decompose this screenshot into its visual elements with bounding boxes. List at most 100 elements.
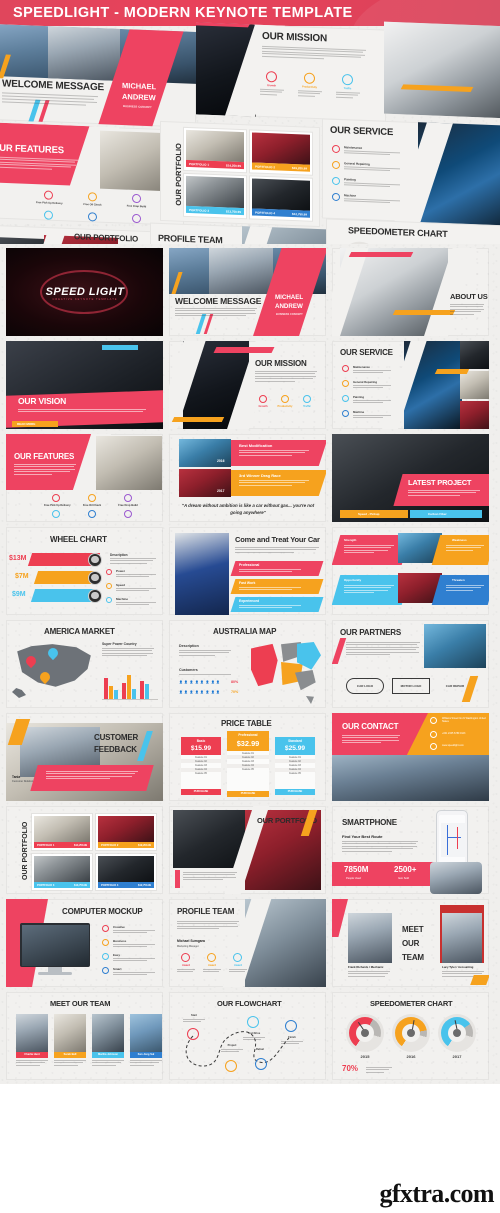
location-icon: [430, 717, 437, 724]
portfolio-price-3: $12,750.99: [138, 883, 151, 887]
photo-city-traffic: [332, 755, 489, 801]
item-text-0: [113, 930, 155, 935]
route-line: [447, 825, 448, 855]
plan-button-2[interactable]: PURCHASE: [275, 788, 315, 795]
portfolio-card-1[interactable]: PORTFOLIO 2 $19,200.99: [96, 814, 156, 850]
price-card-standard[interactable]: Standard $25.99 Feature 01 Feature 02 Fe…: [275, 737, 315, 795]
slide-meet-our-team-2[interactable]: MEET OUR TEAM Charlie Hunt Sarah Bell Ma…: [6, 992, 163, 1080]
page-title: SPEEDLIGHT - MODERN KEYNOTE TEMPLATE: [13, 5, 353, 21]
slide-timeline-quote[interactable]: Best Modification 2016 3rd Winner Drag R…: [169, 434, 326, 522]
slide-our-partners[interactable]: OUR PARTNERS CAR LOGO MOTOR LOGO CAR REP…: [332, 620, 489, 708]
slide-our-features[interactable]: OUR FEATURES Free Pick Up Delivery Free …: [0, 122, 184, 226]
slide-our-mission-2[interactable]: OUR MISSION Growth Productivity Traffic: [169, 341, 326, 429]
photo-partner-cars: [424, 624, 486, 668]
treat-text-2: [239, 605, 301, 610]
feature-label-0: Growth: [258, 405, 268, 408]
price-card-basic[interactable]: Basic $15.99 Feature 01 Feature 02 Featu…: [181, 737, 221, 795]
legend-label-0: Description: [110, 553, 128, 557]
slide-our-features-2[interactable]: OUR FEATURES Free Pick Up Delivery Free …: [6, 434, 163, 522]
photo-hand: [430, 862, 482, 894]
team-card-2[interactable]: Martha Johnson: [92, 1014, 124, 1067]
bulb-icon: [102, 925, 109, 932]
slide-title: OUR VISION: [18, 396, 67, 406]
person-name-line1: MICHAEL: [275, 294, 304, 301]
slide-price-table[interactable]: PRICE TABLE Basic $15.99 Feature 01 Feat…: [169, 713, 326, 801]
award-text-0: [177, 969, 195, 974]
slide-australia-map[interactable]: AUSTRALIA MAP Description Customers 👤👤👤👤…: [169, 620, 326, 708]
portfolio-card-3[interactable]: PORTFOLIO 4 $12,750.99: [250, 176, 312, 221]
slide-america-market[interactable]: AMERICA MARKET Super Power Country: [6, 620, 163, 708]
slide-smartphone[interactable]: SMARTPHONE Find Your Best Route 7850M Pe…: [332, 806, 489, 894]
contact-label-1: +001 2345 6789 0123: [442, 732, 466, 735]
slide-treat-your-car[interactable]: Come and Treat Your Car Professional Fas…: [169, 527, 326, 615]
slide-title: OUR PARTNERS: [340, 628, 402, 637]
accent-pink-corner: [332, 899, 348, 937]
team-card-0[interactable]: Charlie Hunt: [16, 1014, 48, 1067]
service-label-1: General Repairing: [353, 380, 378, 384]
feature-label-2: Traffic: [343, 87, 352, 91]
plan-name-2: Standard: [275, 737, 315, 745]
gauge-2017: [438, 1014, 476, 1052]
title-line2: OUR: [402, 939, 420, 948]
photo-member-1: [54, 1014, 86, 1052]
team-card-3[interactable]: Ken Jong Sul: [130, 1014, 162, 1067]
slide-our-service-2[interactable]: OUR SERVICE Maintenance General Repairin…: [332, 341, 489, 429]
monitor-mockup: [20, 923, 90, 967]
slide-our-service-1[interactable]: OUR SERVICE Maintenance General Repairin…: [322, 118, 500, 226]
slide-our-portfolio-4[interactable]: OUR PORTFOLIO: [169, 806, 326, 894]
portfolio-card-1[interactable]: PORTFOLIO 2 $19,200.99: [250, 130, 312, 175]
slide-title: LATEST PROJECT: [408, 478, 472, 487]
slide-our-mission[interactable]: OUR MISSION Growth Productivity Traffic: [196, 22, 386, 122]
slide-our-vision[interactable]: OUR VISION READ MORE: [6, 341, 163, 429]
team-card-1[interactable]: Sarah Bell: [54, 1014, 86, 1067]
map-view: [441, 823, 465, 857]
slide-title: OUR SERVICE: [340, 348, 393, 357]
legend-label-2: Speed: [116, 583, 126, 587]
slide-about-us-car[interactable]: [384, 21, 500, 119]
portfolio-caption-3: PORTFOLIO 4 $12,750.99: [252, 208, 310, 218]
slide-customer-feedback[interactable]: CUSTOMER FEEDBACK Tania Customer Relatio…: [6, 713, 163, 801]
portfolio-card-0[interactable]: PORTFOLIO 1 $14,250.99: [32, 814, 92, 850]
slide-our-flowchart[interactable]: OUR FLOWCHART Start Project Test Drive R…: [169, 992, 326, 1080]
slide-swot-analysis[interactable]: Strength Weakness Opportunity Threaten: [332, 527, 489, 615]
plan-button-1[interactable]: PURCHASE: [227, 790, 269, 797]
slide-speedometer-chart-2[interactable]: SPEEDOMETER CHART 2015 2016 2017 70%: [332, 992, 489, 1080]
section-description: Description: [179, 644, 199, 648]
slide-profile-team-2[interactable]: PROFILE TEAM Michael Sumgara Marketing M…: [169, 899, 326, 987]
wheel-bar-1: [33, 571, 97, 584]
stat-value-0: 7850M: [344, 865, 369, 874]
price-card-professional[interactable]: Professional $32.99 Feature 01 Feature 0…: [227, 731, 269, 797]
slide-our-portfolio-1[interactable]: OUR PORTFOLIO PORTFOLIO 1 $14,250.99 POR…: [160, 120, 320, 228]
portfolio-card-0[interactable]: PORTFOLIO 1 $14,250.99: [184, 127, 246, 173]
person-name-line1: MICHAEL: [122, 80, 157, 92]
slide-our-contact[interactable]: OUR CONTACT Williams Street No 21 Washin…: [332, 713, 489, 801]
slide-wheel-chart[interactable]: WHEEL CHART $13M $7M $9M Description Pow…: [6, 527, 163, 615]
slide-title-cover[interactable]: SPEED LIGHT CREATIVE KEYNOTE TEMPLATE: [6, 248, 163, 336]
stat-label-0: People Used: [346, 877, 361, 880]
trophy-icon: [207, 953, 216, 962]
slide-welcome-message-2[interactable]: WELCOME MESSAGE MICHAEL ANDREW BUSINESS …: [169, 248, 326, 336]
slide-title: AUSTRALIA MAP: [213, 627, 277, 636]
medal-icon: [181, 953, 190, 962]
slide-title: PROFILE TEAM: [177, 907, 235, 916]
slide-welcome-message[interactable]: WELCOME MESSAGE MICHAEL ANDREW BUSINESS …: [0, 24, 196, 128]
portfolio-caption-0: PORTFOLIO 1 $14,250.99: [34, 842, 90, 848]
slide-our-portfolio-3[interactable]: OUR PORTFOLIO PORTFOLIO 1 $14,250.99 POR…: [6, 806, 163, 894]
item-text-1: [113, 944, 155, 949]
member-text-0: [348, 971, 390, 978]
alaska-map: [12, 688, 26, 698]
portfolio-card-2[interactable]: PORTFOLIO 3 $13,750.99: [32, 854, 92, 890]
slide-meet-our-team-1[interactable]: Frank Richards / Mechanic MEET OUR TEAM …: [332, 899, 489, 987]
slide-computer-mockup[interactable]: COMPUTER MOCKUP Creative Business Easy S…: [6, 899, 163, 987]
target-icon: [259, 395, 267, 403]
service-text-1: [344, 166, 400, 173]
portfolio-card-3[interactable]: PORTFOLIO 4 $12,750.99: [96, 854, 156, 890]
plan-button-0[interactable]: PURCHASE: [181, 788, 221, 795]
slide-latest-project[interactable]: LATEST PROJECT Speed - Pickup Carbon Fib…: [332, 434, 489, 522]
chart-subtitle: Super Power Country: [102, 642, 137, 646]
photo-member-2: [92, 1014, 124, 1052]
portfolio-name-0: PORTFOLIO 1: [37, 843, 55, 847]
feature-label-2: Free Drop Build: [126, 204, 147, 209]
portfolio-card-2[interactable]: PORTFOLIO 3 $13,750.99: [184, 173, 246, 219]
slide-about-us[interactable]: ABOUT US: [332, 248, 489, 336]
